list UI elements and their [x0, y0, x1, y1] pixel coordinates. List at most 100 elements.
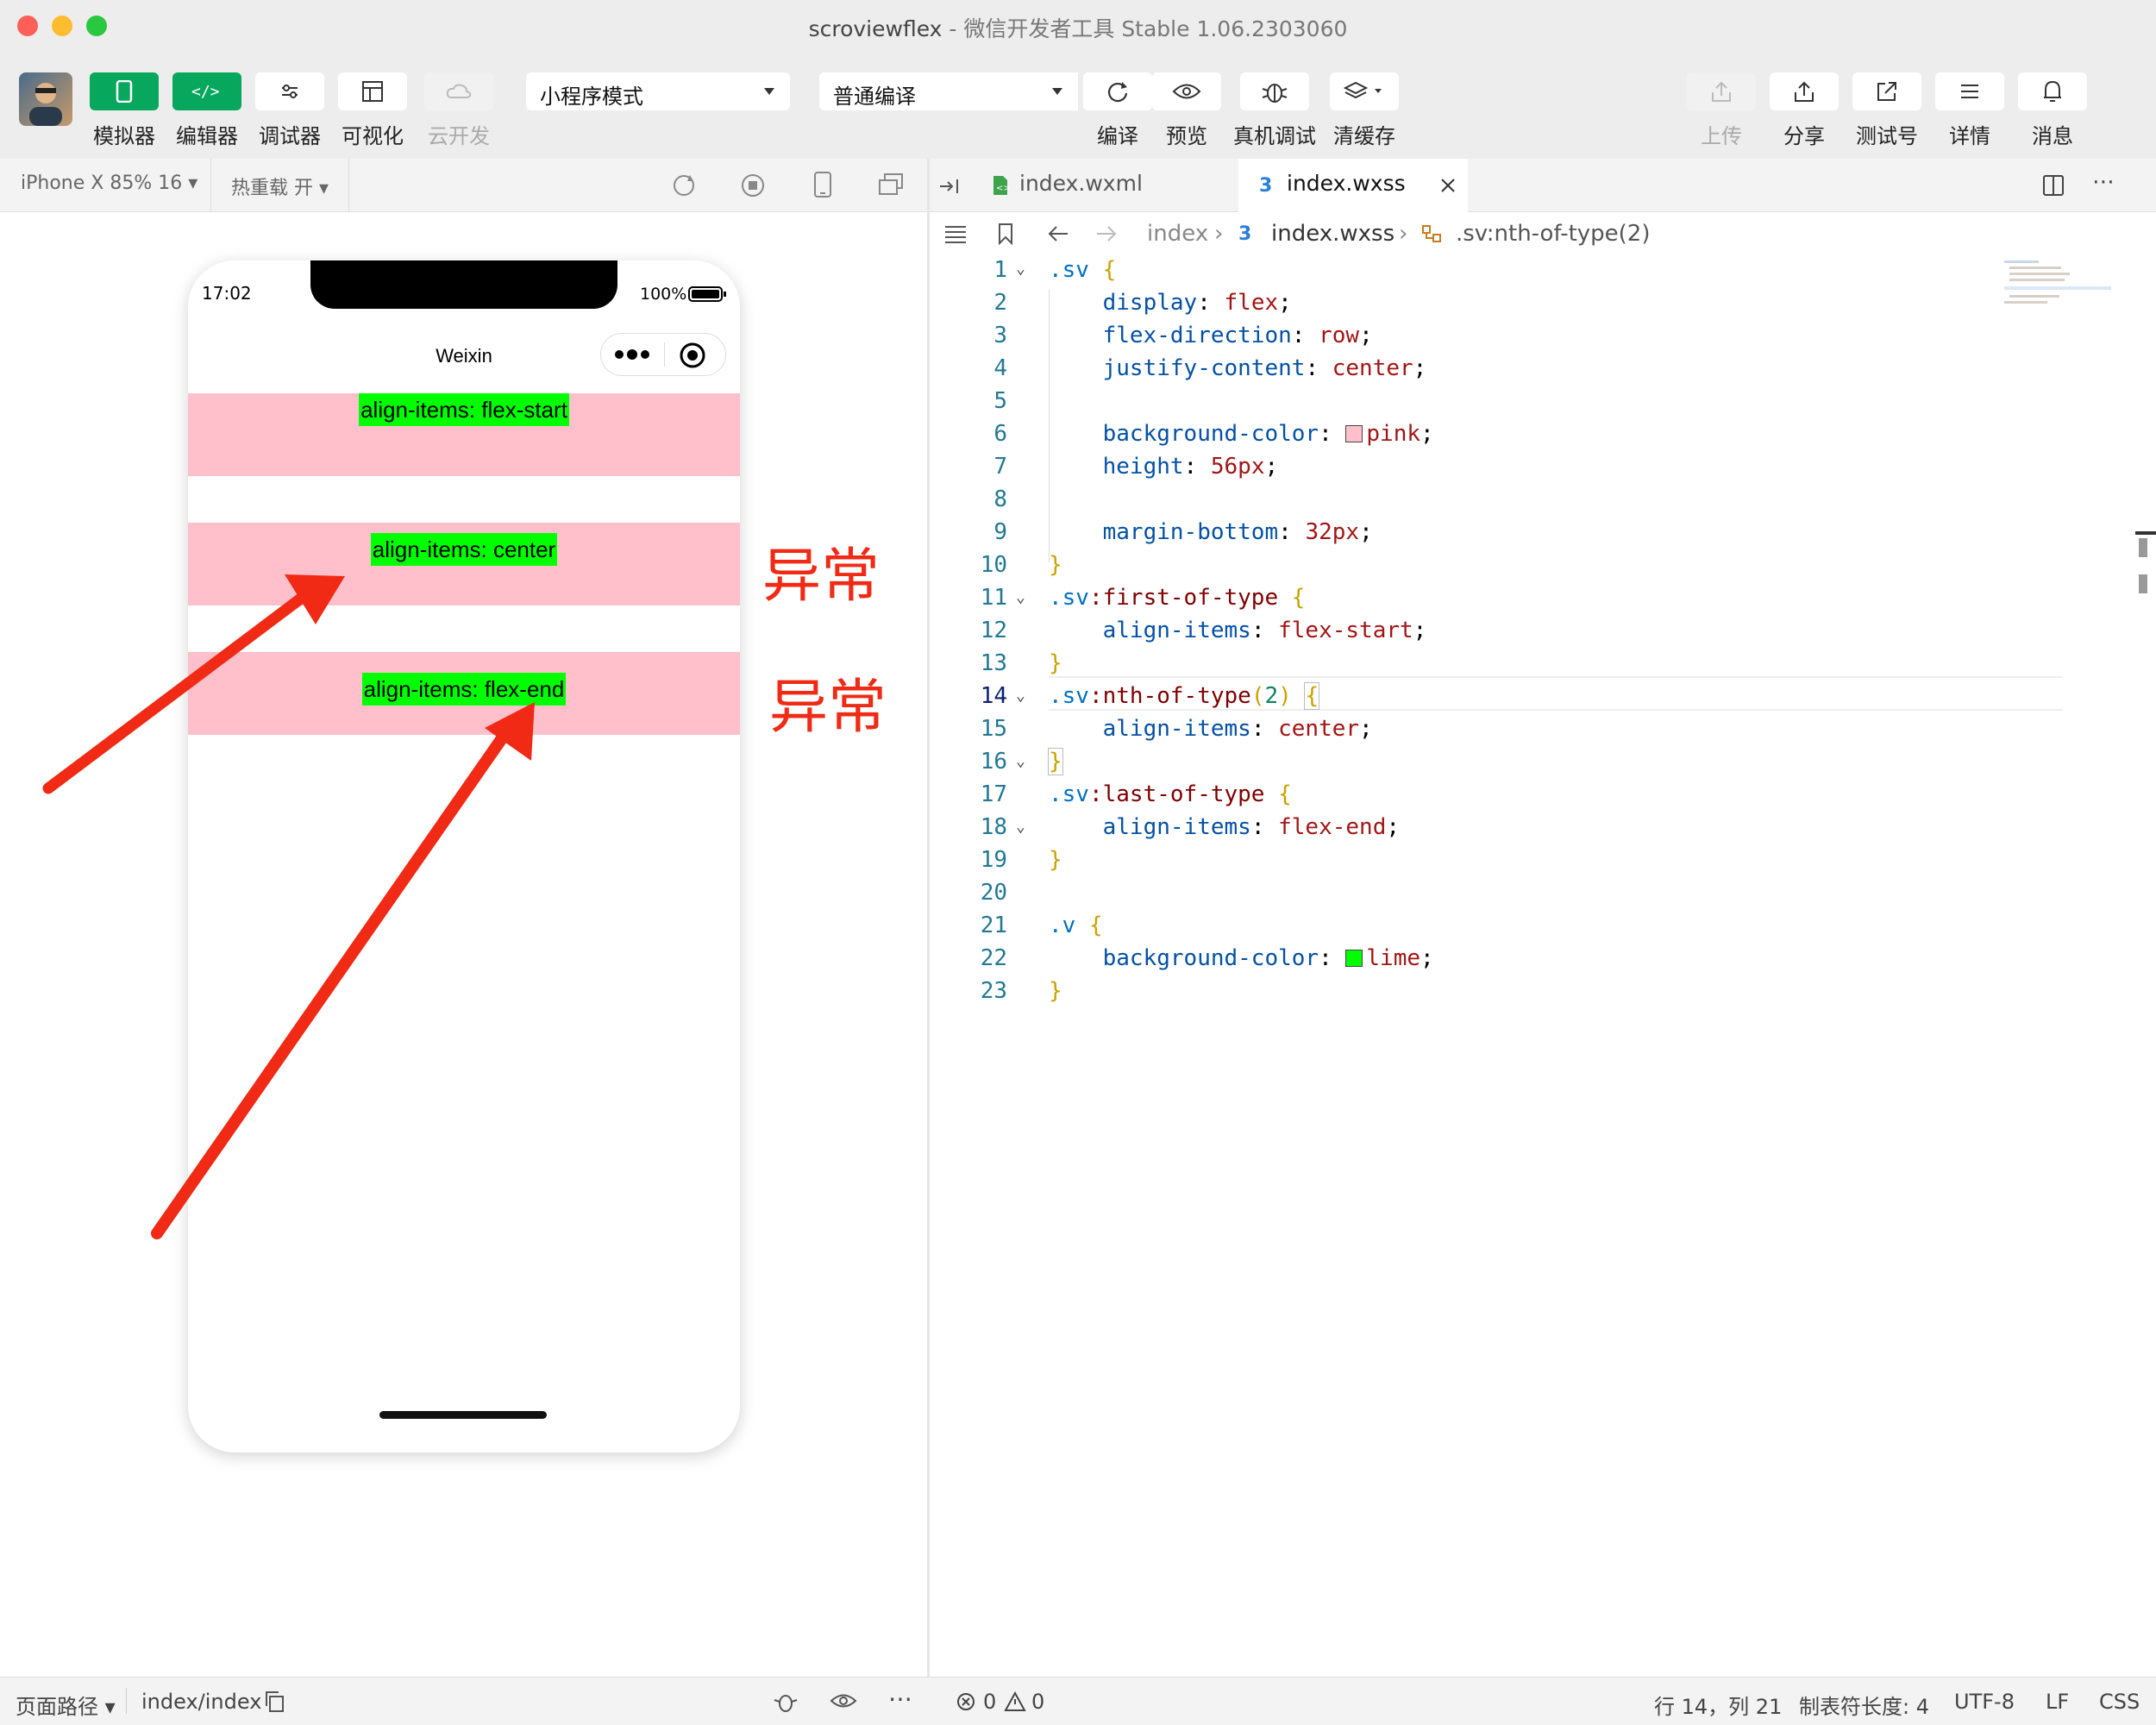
code-line: background-color: lime; [1102, 945, 1434, 971]
upload-icon [1712, 81, 1731, 102]
preview-button[interactable] [1152, 72, 1221, 110]
editor-button[interactable]: </> [172, 72, 241, 110]
code-line: flex-direction: row; [1102, 323, 1373, 348]
window-title-main: scroviewflex [808, 16, 943, 41]
code-line: margin-bottom: 32px; [1102, 519, 1373, 545]
line-ending[interactable]: LF [2046, 1690, 2069, 1714]
fold-chevron-icon[interactable]: ⌄ [1016, 687, 1035, 706]
upload-button[interactable] [1687, 72, 1756, 110]
debugger-button[interactable] [255, 72, 324, 110]
minimap[interactable] [2004, 257, 2116, 352]
details-button[interactable] [1935, 72, 2004, 110]
fold-chevron-icon[interactable]: ⌄ [1016, 260, 1035, 279]
close-tab-icon[interactable] [1440, 178, 1456, 193]
compile-mode-select[interactable]: 普通编译 [819, 72, 1078, 110]
color-swatch[interactable] [1345, 425, 1363, 442]
split-editor-icon[interactable] [2042, 174, 2065, 197]
cloud-button[interactable] [424, 72, 493, 110]
device-select[interactable]: iPhone X 85% 16 ▾ [21, 172, 197, 194]
copy-icon[interactable] [264, 1690, 285, 1713]
line-number: 22 [980, 945, 1007, 971]
annotation-arrows [42, 574, 535, 1239]
rotate-icon[interactable] [671, 172, 697, 198]
mode-select[interactable]: 小程序模式 [526, 72, 790, 110]
back-arrow-icon[interactable] [1047, 224, 1069, 243]
device-icon[interactable] [812, 171, 833, 198]
collapse-sidebar-icon[interactable] [938, 176, 962, 197]
clear-cache-button[interactable] [1330, 72, 1399, 110]
fold-chevron-icon[interactable]: ⌄ [1016, 752, 1035, 771]
line-number: 8 [993, 486, 1007, 512]
svg-text:3: 3 [1238, 223, 1251, 245]
error-count: 0 [983, 1690, 997, 1714]
breadcrumb: index › 3 index.wxss › .sv:nth-of-type(2… [930, 212, 2156, 257]
code-icon: </> [191, 83, 220, 100]
bookmark-icon[interactable] [997, 223, 1014, 245]
share-button[interactable] [1770, 72, 1839, 110]
messages-button[interactable] [2018, 72, 2087, 110]
list-icon[interactable] [943, 224, 968, 243]
line-number: 15 [980, 716, 1007, 742]
window-title: scroviewflex - 微信开发者工具 Stable 1.06.23030… [0, 12, 2156, 43]
error-icon[interactable] [956, 1691, 976, 1712]
encoding[interactable]: UTF-8 [1954, 1690, 2015, 1714]
warning-icon[interactable] [1004, 1691, 1026, 1712]
code-line: display: flex; [1102, 290, 1292, 316]
code-line: .sv:nth-of-type(2) { [1049, 682, 1320, 710]
code-line: height: 56px; [1102, 454, 1279, 480]
phone-icon [116, 80, 133, 103]
code-line: justify-content: center; [1102, 355, 1427, 381]
color-swatch[interactable] [1345, 950, 1363, 967]
language-mode[interactable]: CSS [2099, 1690, 2140, 1714]
eye-icon[interactable] [830, 1692, 857, 1709]
divider [348, 159, 349, 212]
line-number: 21 [980, 913, 1007, 938]
fold-chevron-icon[interactable]: ⌄ [1016, 588, 1035, 607]
line-number: 5 [993, 388, 1007, 414]
line-number: 23 [980, 978, 1007, 1004]
breadcrumb-file[interactable]: index.wxss [1271, 221, 1395, 247]
bug-icon[interactable] [773, 1690, 799, 1714]
real-debug-button[interactable] [1240, 72, 1309, 110]
chevron-right-icon: › [1399, 221, 1408, 247]
breadcrumb-selector[interactable]: .sv:nth-of-type(2) [1456, 221, 1650, 247]
code-line: } [1049, 847, 1062, 873]
test-account-button[interactable] [1852, 72, 1921, 110]
code-editor[interactable]: 1 2 3 4 5 6 7 8 9 10 11 12 13 14 15 16 17 18 19 20 21 22 23 ⌄ … [930, 257, 2156, 1677]
line-number: 9 [993, 519, 1007, 545]
line-number: 17 [980, 781, 1007, 807]
compile-button[interactable] [1083, 72, 1152, 110]
avatar[interactable] [19, 72, 72, 126]
fold-chevron-icon[interactable]: ⌄ [1016, 818, 1035, 837]
svg-text:3: 3 [1259, 175, 1272, 195]
code-line: align-items: center; [1102, 716, 1373, 742]
tab-size[interactable]: 制表符长度: 4 [1799, 1690, 1929, 1720]
code-line: .sv { [1049, 257, 1117, 283]
bell-icon [2044, 80, 2061, 102]
window-icon[interactable] [878, 172, 904, 197]
css-file-icon: 3 [1238, 223, 1251, 245]
visual-button[interactable] [338, 72, 407, 110]
refresh-icon [1107, 82, 1128, 103]
cursor-position[interactable]: 行 14，列 21 [1654, 1690, 1782, 1720]
simulator-bar: iPhone X 85% 16 ▾ 热重载 开 ▾ [0, 159, 927, 212]
line-number: 13 [980, 650, 1007, 676]
more-icon[interactable]: ⋯ [888, 1684, 912, 1713]
forward-arrow-icon[interactable] [1095, 224, 1118, 243]
breadcrumb-folder[interactable]: index [1147, 221, 1208, 247]
stop-icon[interactable] [740, 172, 766, 198]
chevron-down-icon [764, 88, 774, 95]
svg-text:<>: <> [996, 184, 1009, 193]
mode-select-value: 小程序模式 [540, 85, 643, 109]
tab-index-wxss[interactable]: 3 index.wxss [1238, 159, 1468, 212]
sliders-icon [282, 85, 298, 98]
code-line: } [1049, 650, 1062, 676]
more-actions-icon[interactable]: ⋯ [2092, 169, 2115, 195]
simulator-button[interactable] [90, 72, 159, 110]
code-line: background-color: pink; [1102, 421, 1434, 447]
tab-index-wxml[interactable]: <> index.wxml [973, 159, 1238, 212]
arrow-line [42, 584, 318, 794]
hot-reload-select[interactable]: 热重载 开 ▾ [231, 172, 329, 200]
page-path-select[interactable]: 页面路径 ▾ [16, 1690, 116, 1720]
share-icon [1795, 81, 1814, 102]
